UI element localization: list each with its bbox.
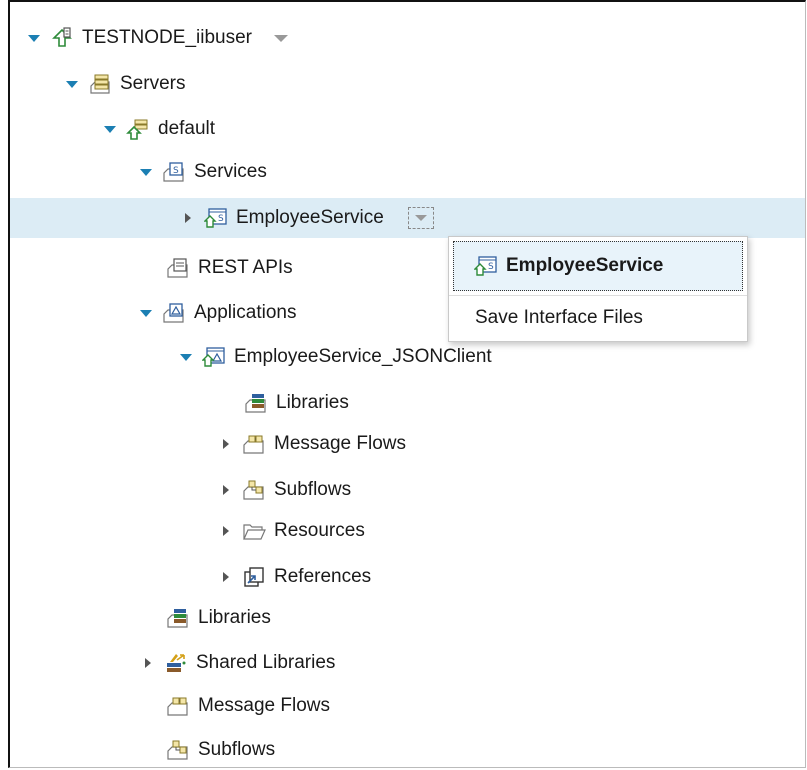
tree-row-app-references[interactable]: References: [10, 557, 805, 597]
servers-icon: [88, 72, 112, 96]
libraries-icon: [166, 606, 190, 630]
tree-row-app-libraries[interactable]: Libraries: [10, 383, 805, 423]
tree-row-services[interactable]: S Services: [10, 152, 805, 192]
servers-label: Servers: [120, 73, 186, 94]
expand-toggle-icon[interactable]: [24, 28, 44, 48]
app-references-label: References: [274, 566, 372, 587]
chevron-down-icon: [414, 215, 427, 221]
shared-libraries-label: Shared Libraries: [196, 652, 336, 673]
menu-item-employee-service[interactable]: S EmployeeService: [453, 241, 743, 291]
tree-row-employee-service[interactable]: S EmployeeService: [10, 198, 805, 238]
rest-apis-folder-icon: [166, 256, 190, 280]
svg-text:S: S: [218, 214, 224, 224]
app-libraries-label: Libraries: [276, 392, 349, 413]
json-client-label: EmployeeService_JSONClient: [234, 346, 492, 367]
message-flows-label: Message Flows: [198, 695, 330, 716]
collapsed-toggle-icon[interactable]: [138, 653, 158, 673]
tree-row-integration-node[interactable]: TESTNODE_iibuser: [10, 18, 805, 58]
menu-item-save-interface-files[interactable]: Save Interface Files: [449, 299, 747, 337]
tree-row-default-server[interactable]: default: [10, 109, 805, 149]
app-message-flows-label: Message Flows: [274, 433, 406, 454]
subflows-label: Subflows: [198, 739, 276, 760]
tree-row-subflows[interactable]: Subflows: [10, 730, 805, 770]
navigator-panel: TESTNODE_iibuser Servers default S Servi…: [8, 0, 806, 768]
libraries-label: Libraries: [198, 607, 271, 628]
subflows-folder-icon: [166, 738, 190, 762]
employee-service-label: EmployeeService: [236, 207, 384, 228]
libraries-icon: [244, 391, 268, 415]
subflows-folder-icon: [242, 478, 266, 502]
app-resources-label: Resources: [274, 520, 365, 541]
tree-row-app-resources[interactable]: Resources: [10, 511, 805, 551]
application-icon: [202, 345, 226, 369]
tree-row-libraries[interactable]: Libraries: [10, 598, 805, 638]
folder-icon: [242, 519, 266, 543]
tree-row-app-message-flows[interactable]: Message Flows: [10, 424, 805, 464]
service-context-menu: S EmployeeService Save Interface Files: [448, 236, 748, 342]
collapsed-toggle-icon[interactable]: [178, 208, 198, 228]
node-menu-chevron-down-icon[interactable]: [274, 34, 288, 42]
menu-divider: [449, 295, 747, 296]
services-label: Services: [194, 161, 267, 182]
tree-row-servers[interactable]: Servers: [10, 64, 805, 104]
collapsed-toggle-icon[interactable]: [216, 521, 236, 541]
tree-row-app-subflows[interactable]: Subflows: [10, 470, 805, 510]
applications-label: Applications: [194, 302, 297, 323]
default-server-label: default: [158, 118, 216, 139]
app-subflows-label: Subflows: [274, 479, 352, 500]
applications-folder-icon: [162, 301, 186, 325]
shared-libraries-icon: [164, 651, 188, 675]
expand-toggle-icon[interactable]: [176, 347, 196, 367]
tree-row-json-client[interactable]: EmployeeService_JSONClient: [10, 337, 805, 377]
integration-node-icon: [50, 26, 74, 50]
service-icon: S: [204, 206, 228, 230]
service-menu-dropdown-button[interactable]: [407, 207, 434, 229]
collapsed-toggle-icon[interactable]: [216, 434, 236, 454]
menu-title-label: EmployeeService: [506, 255, 664, 276]
collapsed-toggle-icon[interactable]: [216, 480, 236, 500]
expand-toggle-icon[interactable]: [136, 303, 156, 323]
tree-row-shared-libraries[interactable]: Shared Libraries: [10, 643, 805, 683]
tree-row-message-flows[interactable]: Message Flows: [10, 686, 805, 726]
svg-text:S: S: [173, 166, 179, 176]
expand-toggle-icon[interactable]: [100, 119, 120, 139]
integration-node-label: TESTNODE_iibuser: [82, 27, 252, 48]
save-interface-files-label: Save Interface Files: [475, 307, 643, 328]
services-folder-icon: S: [162, 160, 186, 184]
collapsed-toggle-icon[interactable]: [216, 567, 236, 587]
message-flows-folder-icon: [242, 432, 266, 456]
references-icon: [242, 565, 266, 589]
message-flows-folder-icon: [166, 694, 190, 718]
rest-apis-label: REST APIs: [198, 257, 293, 278]
expand-toggle-icon[interactable]: [136, 162, 156, 182]
service-icon: S: [474, 254, 498, 278]
expand-toggle-icon[interactable]: [62, 74, 82, 94]
integration-server-icon: [126, 117, 150, 141]
svg-text:S: S: [488, 262, 494, 272]
